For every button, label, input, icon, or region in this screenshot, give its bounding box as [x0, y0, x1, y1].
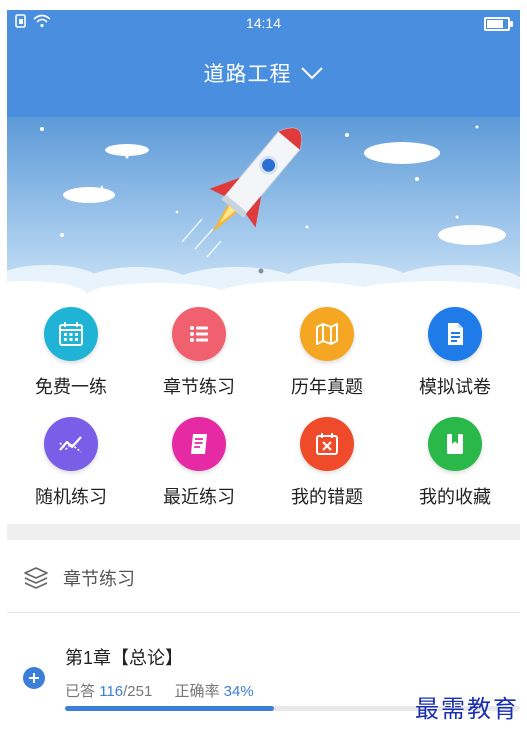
menu-item-label: 我的错题 [291, 487, 363, 507]
menu-item-label: 章节练习 [163, 377, 235, 397]
menu-item-free-practice[interactable]: 免费一练 [7, 300, 135, 410]
carousel-dot[interactable] [258, 268, 264, 274]
app-header: 14:14 道路工程 [7, 10, 520, 117]
top-white-strip [0, 0, 527, 10]
answered-count: 116 [99, 683, 124, 700]
section-header: 章节练习 [7, 556, 520, 600]
menu-item-my-mistakes[interactable]: 我的错题 [263, 410, 391, 520]
menu-item-label: 最近练习 [163, 487, 235, 507]
answered-label: 已答 [65, 683, 96, 700]
progress-fill [65, 706, 275, 711]
status-time: 14:14 [245, 15, 282, 31]
calendar-icon [44, 307, 98, 361]
menu-item-label: 模拟试卷 [419, 377, 491, 397]
watermark-logo: 最需教育 [415, 695, 519, 723]
expand-plus-icon[interactable] [23, 667, 45, 689]
rocket-illustration [7, 117, 520, 295]
map-icon [300, 307, 354, 361]
error-calendar-icon [300, 417, 354, 471]
menu-item-label: 历年真题 [291, 377, 363, 397]
status-bar: 14:14 [7, 10, 520, 36]
function-grid: 免费一练 章节练习 历年真题 模拟试卷 随机练习 最近练习 我的错题 我的收藏 [7, 300, 520, 520]
menu-item-past-exams[interactable]: 历年真题 [263, 300, 391, 410]
menu-item-recent-practice[interactable]: 最近练习 [135, 410, 263, 520]
menu-item-my-favorites[interactable]: 我的收藏 [391, 410, 519, 520]
subject-selector[interactable]: 道路工程 [7, 58, 520, 88]
layers-icon [24, 567, 48, 589]
menu-item-mock-exam[interactable]: 模拟试卷 [391, 300, 519, 410]
list-icon [172, 307, 226, 361]
chapter-title: 第1章【总论】 [65, 648, 184, 668]
page-title: 道路工程 [203, 63, 292, 86]
chevron-down-icon [300, 67, 323, 80]
bookmark-icon [428, 417, 482, 471]
random-chart-icon [44, 417, 98, 471]
battery-icon [484, 17, 513, 31]
menu-item-label: 我的收藏 [419, 487, 491, 507]
section-hr [7, 612, 520, 613]
chapter-stats: 已答 116/251 正确率 34% [65, 680, 254, 701]
menu-item-chapter-practice[interactable]: 章节练习 [135, 300, 263, 410]
menu-item-label: 免费一练 [35, 377, 107, 397]
section-title: 章节练习 [63, 569, 135, 589]
total-count: 251 [127, 683, 153, 700]
document-icon [428, 307, 482, 361]
accuracy-label: 正确率 [174, 683, 220, 700]
accuracy-value: 34% [223, 683, 254, 700]
rocket-banner[interactable] [7, 117, 520, 295]
menu-item-label: 随机练习 [35, 487, 107, 507]
menu-item-random-practice[interactable]: 随机练习 [7, 410, 135, 520]
section-divider [7, 524, 520, 540]
book-icon [172, 417, 226, 471]
